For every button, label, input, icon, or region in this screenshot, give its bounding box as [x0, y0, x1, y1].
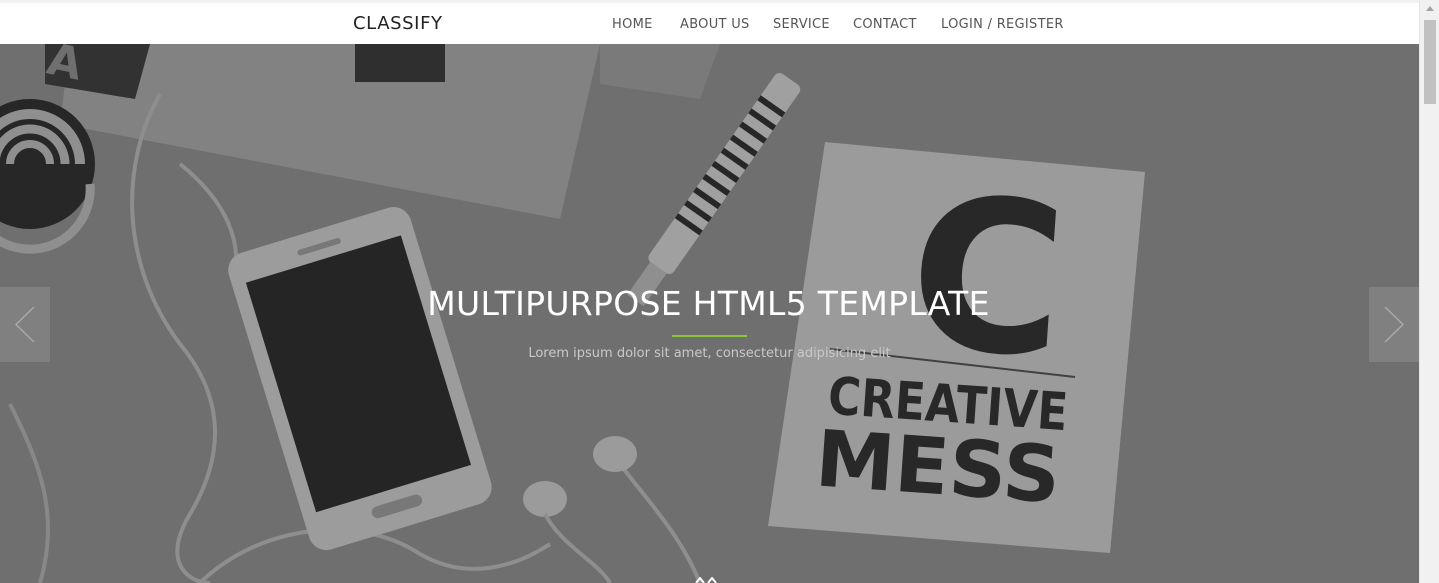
- slider-next-button[interactable]: [1369, 287, 1419, 362]
- brand-logo[interactable]: CLASSIFY: [353, 13, 443, 34]
- nav-item-contact[interactable]: CONTACT: [853, 17, 917, 32]
- scrollbar-thumb[interactable]: [1424, 20, 1436, 104]
- hero-title: MULTIPURPOSE HTML5 TEMPLATE: [427, 284, 990, 323]
- chevron-right-icon: [1384, 306, 1405, 343]
- chevron-left-icon: [14, 306, 35, 343]
- navbar: CLASSIFY HOME ABOUT US SERVICE CONTACT L…: [0, 3, 1419, 44]
- nav-item-about-us[interactable]: ABOUT US: [680, 17, 750, 32]
- nav-item-login-register[interactable]: LOGIN / REGISTER: [941, 17, 1064, 32]
- hero-subtitle: Lorem ipsum dolor sit amet, consectetur …: [528, 346, 891, 361]
- slider-prev-button[interactable]: [0, 287, 50, 362]
- hero-slider: A C CREATIVE MESS MULTIPURPOSE HTML5 TEM…: [0, 44, 1419, 583]
- scroll-up-arrow-icon[interactable]: [1420, 0, 1439, 17]
- nav-item-service[interactable]: SERVICE: [773, 17, 830, 32]
- scroll-down-icon[interactable]: [690, 577, 730, 583]
- page-scrollbar[interactable]: [1419, 0, 1439, 583]
- hero-caption: MULTIPURPOSE HTML5 TEMPLATE Lorem ipsum …: [0, 44, 1419, 583]
- hero-title-underline: [672, 335, 747, 337]
- nav-item-home[interactable]: HOME: [612, 17, 653, 32]
